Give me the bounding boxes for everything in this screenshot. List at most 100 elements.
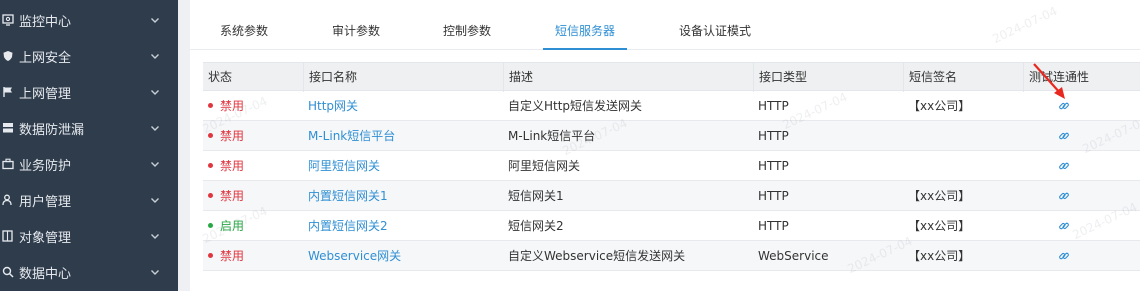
interface-type-cell: HTTP [758,219,789,233]
sidebar-item-data-leak-prevention[interactable]: 数据防泄漏 [0,110,178,146]
interface-type-cell: HTTP [758,159,789,173]
chevron-down-icon [151,234,159,239]
sidebar-item-object-management[interactable]: 对象管理 [0,218,178,254]
user-icon [2,194,14,206]
search-icon [2,266,14,278]
description-cell: 阿里短信网关 [508,159,581,173]
sidebar-item-internet-management[interactable]: 上网管理 [0,74,178,110]
sms-signature-cell: 【xx公司】 [908,219,971,233]
test-connectivity-link-icon[interactable] [1058,190,1070,202]
interface-type-cell: HTTP [758,129,789,143]
status-dot [208,223,213,228]
sidebar: 监控中心 上网安全 上网管理 数据防泄漏 业务防护 用户管理 对象管理 数据中心 [0,0,178,291]
flag-icon [2,86,14,98]
sidebar-item-label: 对象管理 [19,230,72,246]
description-cell: 短信网关1 [508,189,564,203]
status-cell: 禁用 [208,121,303,151]
status-dot [208,193,213,198]
description-cell: 自定义Http短信发送网关 [508,99,643,113]
column-header-sms-signature: 短信签名 [903,63,1023,92]
sidebar-item-data-center[interactable]: 数据中心 [0,254,178,290]
status-dot [208,103,213,108]
interface-type-cell: WebService [758,249,829,263]
chevron-down-icon [151,90,159,95]
column-header-status: 状态 [208,70,233,84]
sidebar-item-user-management[interactable]: 用户管理 [0,182,178,218]
sidebar-item-label: 监控中心 [19,14,72,30]
sidebar-item-label: 用户管理 [19,194,72,210]
status-cell: 禁用 [208,181,303,211]
tab-control-params[interactable]: 控制参数 [443,8,491,50]
table-header: 状态 接口名称 描述 接口类型 短信签名 测试连通性 [203,62,1140,92]
tab-bar: 系统参数 审计参数 控制参数 短信服务器 设备认证模式 [190,8,1140,50]
sms-signature-cell: 【xx公司】 [908,189,971,203]
briefcase-icon [2,158,14,170]
sidebar-item-monitor-center[interactable]: 监控中心 [0,2,178,38]
shield-icon [2,50,14,62]
status-cell: 禁用 [208,91,303,121]
chevron-down-icon [151,18,159,23]
status-text: 禁用 [220,249,245,263]
sidebar-item-label: 数据防泄漏 [19,122,85,138]
sms-signature-cell [908,151,1023,181]
status-cell: 禁用 [208,241,303,271]
column-header-interface-type: 接口类型 [753,63,903,92]
interface-name-link[interactable]: 内置短信网关1 [308,181,503,211]
interface-name-link[interactable]: Webservice网关 [308,241,503,271]
interface-name-link[interactable]: Http网关 [308,91,503,121]
sidebar-item-business-protection[interactable]: 业务防护 [0,146,178,182]
test-connectivity-link-icon[interactable] [1058,160,1070,172]
interface-type-cell: HTTP [758,189,789,203]
table-row: 禁用 M-Link短信平台 M-Link短信平台 HTTP [203,121,1140,151]
monitor-icon [2,14,14,26]
status-text: 启用 [220,219,245,233]
tab-sms-server[interactable]: 短信服务器 [543,8,628,50]
test-connectivity-link-icon[interactable] [1058,250,1070,262]
sidebar-item-internet-security[interactable]: 上网安全 [0,38,178,74]
main-panel: 系统参数 审计参数 控制参数 短信服务器 设备认证模式 状态 接口名称 描述 接… [190,0,1140,291]
tab-audit-params[interactable]: 审计参数 [332,8,380,50]
interface-name-link[interactable]: 阿里短信网关 [308,151,503,181]
chevron-down-icon [151,126,159,131]
annotation-arrow [1033,63,1065,99]
chevron-down-icon [151,198,159,203]
table-row: 禁用 Http网关 自定义Http短信发送网关 HTTP 【xx公司】 [203,91,1140,121]
status-dot [208,163,213,168]
interface-type-cell: HTTP [758,99,789,113]
tab-system-params[interactable]: 系统参数 [220,8,268,50]
interface-name-link[interactable]: M-Link短信平台 [308,121,503,151]
database-icon [2,122,14,134]
chevron-down-icon [151,162,159,167]
interface-name-link[interactable]: 内置短信网关2 [308,211,503,241]
chevron-down-icon [151,270,159,275]
sms-signature-cell [908,121,1023,151]
status-cell: 禁用 [208,151,303,181]
sidebar-item-label: 上网管理 [19,86,72,102]
status-text: 禁用 [220,189,245,203]
chevron-down-icon [151,54,159,59]
sms-signature-cell: 【xx公司】 [908,249,971,263]
description-cell: M-Link短信平台 [508,129,596,143]
table-row: 启用 内置短信网关2 短信网关2 HTTP 【xx公司】 [203,211,1140,241]
test-connectivity-link-icon[interactable] [1058,130,1070,142]
description-cell: 短信网关2 [508,219,564,233]
status-text: 禁用 [220,159,245,173]
sidebar-item-label: 业务防护 [19,158,72,174]
table-row: 禁用 阿里短信网关 阿里短信网关 HTTP [203,151,1140,181]
description-cell: 自定义Webservice短信发送网关 [508,249,686,263]
sidebar-item-label: 上网安全 [19,50,72,66]
test-connectivity-link-icon[interactable] [1058,220,1070,232]
status-dot [208,133,213,138]
status-dot [208,253,213,258]
sidebar-item-label: 数据中心 [19,266,72,282]
column-header-description: 描述 [503,63,753,92]
status-text: 禁用 [220,99,245,113]
table-row: 禁用 Webservice网关 自定义Webservice短信发送网关 WebServ… [203,241,1140,271]
status-text: 禁用 [220,129,245,143]
status-cell: 启用 [208,211,303,241]
table-row: 禁用 内置短信网关1 短信网关1 HTTP 【xx公司】 [203,181,1140,211]
column-header-interface-name: 接口名称 [303,63,503,92]
tab-device-auth-mode[interactable]: 设备认证模式 [679,8,751,50]
sms-signature-cell: 【xx公司】 [908,99,971,113]
object-icon [2,230,14,242]
